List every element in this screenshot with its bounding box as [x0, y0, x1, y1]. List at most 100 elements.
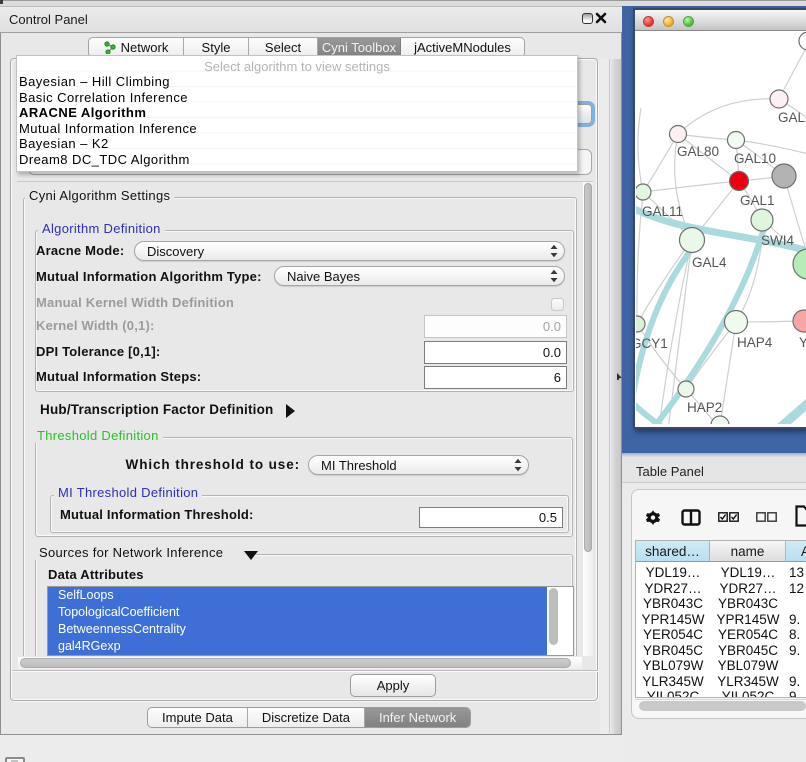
- apply-button[interactable]: Apply: [350, 674, 436, 697]
- bottom-tab-discretize-data[interactable]: Discretize Data: [248, 708, 365, 727]
- network-edge[interactable]: [686, 322, 736, 389]
- settings-vscrollbar-thumb[interactable]: [584, 183, 592, 552]
- aracne-mode-combo[interactable]: Discovery: [134, 241, 565, 261]
- table-cell[interactable]: YBR045C: [636, 643, 710, 658]
- column-header-A[interactable]: A: [786, 541, 806, 562]
- table-cell[interactable]: YDL19…: [636, 565, 710, 580]
- network-node-swi4[interactable]: [751, 209, 773, 231]
- unchecked-pair-icon[interactable]: [756, 512, 777, 522]
- table-cell[interactable]: 9.: [786, 674, 806, 689]
- network-edge[interactable]: [638, 108, 643, 192]
- network-node-hap4[interactable]: [725, 311, 748, 334]
- column-header-name[interactable]: name: [710, 541, 786, 562]
- which-threshold-combo[interactable]: MI Threshold: [308, 455, 529, 475]
- table-cell[interactable]: 8.: [786, 627, 806, 642]
- attribute-item[interactable]: BetweennessCentrality: [48, 621, 547, 638]
- mi-steps-field[interactable]: 6: [424, 366, 567, 389]
- node-table[interactable]: shared…nameAYDL19…YDL19…13YDR27…YDR27…12…: [635, 540, 806, 698]
- network-node-gal1[interactable]: [730, 172, 749, 191]
- table-cell[interactable]: 13: [786, 565, 806, 580]
- table-cell[interactable]: YIL052C: [636, 689, 710, 698]
- network-node-gal10[interactable]: [728, 132, 745, 149]
- table-hscrollbar-thumb[interactable]: [639, 701, 806, 711]
- table-cell[interactable]: YBR043C: [636, 596, 710, 611]
- algorithm-option[interactable]: Basic Correlation Inference: [19, 90, 188, 105]
- column-header-shared…[interactable]: shared…: [636, 541, 710, 562]
- bottom-tab-impute-data[interactable]: Impute Data: [148, 708, 248, 727]
- minimize-traffic-light[interactable]: [663, 16, 674, 27]
- data-attributes-list[interactable]: SelfLoopsTopologicalCoefficientBetweenne…: [47, 586, 574, 656]
- table-cell[interactable]: 12: [786, 581, 806, 596]
- network-node-gal2[interactable]: [770, 90, 788, 108]
- network-node[interactable]: [793, 249, 806, 279]
- attribute-item[interactable]: gal4RGexp: [48, 638, 547, 655]
- table-cell[interactable]: [786, 596, 806, 611]
- algorithm-option[interactable]: Mutual Information Inference: [19, 121, 197, 136]
- table-cell[interactable]: YER054C: [636, 627, 710, 642]
- algorithm-option[interactable]: Bayesian – Hill Climbing: [19, 74, 170, 89]
- algorithm-option[interactable]: ARACNE Algorithm: [19, 105, 146, 120]
- control-panel-titlebar[interactable]: [0, 6, 622, 33]
- bottom-tab-infer-network[interactable]: Infer Network: [365, 708, 470, 727]
- combo-stepper-icon: [513, 458, 523, 473]
- split-column-icon[interactable]: [681, 509, 701, 526]
- mi-type-combo[interactable]: Naive Bayes: [274, 266, 565, 286]
- attributes-vscrollbar-thumb[interactable]: [549, 588, 558, 645]
- close-traffic-light[interactable]: [643, 16, 654, 27]
- table-cell[interactable]: 9.: [786, 643, 806, 658]
- algorithm-option[interactable]: Bayesian – K2: [19, 136, 109, 151]
- network-node-y[interactable]: [793, 310, 806, 332]
- network-edge[interactable]: [678, 99, 779, 134]
- attribute-item[interactable]: TopologicalCoefficient: [48, 604, 547, 621]
- table-cell[interactable]: YER054C: [710, 627, 786, 642]
- network-edge[interactable]: [643, 134, 678, 192]
- network-window-titlebar[interactable]: [635, 10, 806, 31]
- hub-definition-label[interactable]: Hub/Transcription Factor Definition: [40, 402, 274, 417]
- checked-pair-icon[interactable]: [718, 512, 739, 522]
- hub-expand-arrow-icon[interactable]: [286, 404, 295, 418]
- network-node[interactable]: [711, 416, 729, 424]
- mi-threshold-field[interactable]: 0.5: [419, 507, 563, 528]
- float-window-button[interactable]: [582, 13, 593, 24]
- network-edge-highlighted[interactable]: [768, 398, 806, 424]
- network-node-gal80[interactable]: [670, 126, 687, 143]
- table-cell[interactable]: YDL19…: [710, 565, 786, 580]
- network-edge[interactable]: [643, 181, 739, 192]
- kernel-width-field[interactable]: 0.0: [424, 315, 567, 338]
- table-cell[interactable]: YLR345W: [636, 674, 710, 689]
- attribute-item[interactable]: SelfLoops: [48, 587, 547, 604]
- network-canvas[interactable]: GAL2GAL80GAL10GAL1GAL11SWI4GAL4GCY1HAP4Y…: [636, 32, 806, 424]
- table-cell[interactable]: YLR345W: [710, 674, 786, 689]
- network-node-gal11[interactable]: [636, 184, 651, 200]
- network-node[interactable]: [799, 32, 806, 50]
- table-cell[interactable]: YDR27…: [636, 581, 710, 596]
- table-cell[interactable]: YBR045C: [710, 643, 786, 658]
- table-cell[interactable]: YPR145W: [710, 612, 786, 627]
- table-cell[interactable]: 9: [786, 689, 806, 698]
- sources-collapse-arrow-icon[interactable]: [244, 551, 258, 560]
- table-cell[interactable]: [786, 658, 806, 673]
- settings-hscrollbar-thumb[interactable]: [20, 658, 571, 668]
- document-icon[interactable]: [795, 505, 806, 527]
- algorithm-option[interactable]: Dream8 DC_TDC Algorithm: [19, 152, 190, 167]
- table-cell[interactable]: YDR27…: [710, 581, 786, 596]
- table-cell[interactable]: YBL079W: [636, 658, 710, 673]
- dpi-tolerance-field[interactable]: 0.0: [424, 341, 567, 364]
- table-cell[interactable]: YBL079W: [710, 658, 786, 673]
- close-window-button[interactable]: [595, 12, 607, 24]
- gear-icon[interactable]: [645, 509, 661, 526]
- network-node[interactable]: [772, 164, 796, 188]
- network-node-gal4[interactable]: [680, 228, 705, 253]
- network-edge[interactable]: [720, 322, 736, 424]
- zoom-traffic-light[interactable]: [683, 16, 694, 27]
- table-cell[interactable]: YIL052C: [710, 689, 786, 698]
- network-edge[interactable]: [637, 240, 692, 324]
- table-cell[interactable]: YPR145W: [636, 612, 710, 627]
- network-node-hap2[interactable]: [678, 381, 694, 397]
- sources-title: Sources for Network Inference: [35, 545, 249, 560]
- mi-threshold-title: MI Threshold Definition: [54, 485, 202, 500]
- table-cell[interactable]: YBR043C: [710, 596, 786, 611]
- manual-kernel-checkbox[interactable]: [551, 298, 564, 311]
- table-cell[interactable]: 9.: [786, 612, 806, 627]
- network-node-gcy1[interactable]: [636, 316, 645, 332]
